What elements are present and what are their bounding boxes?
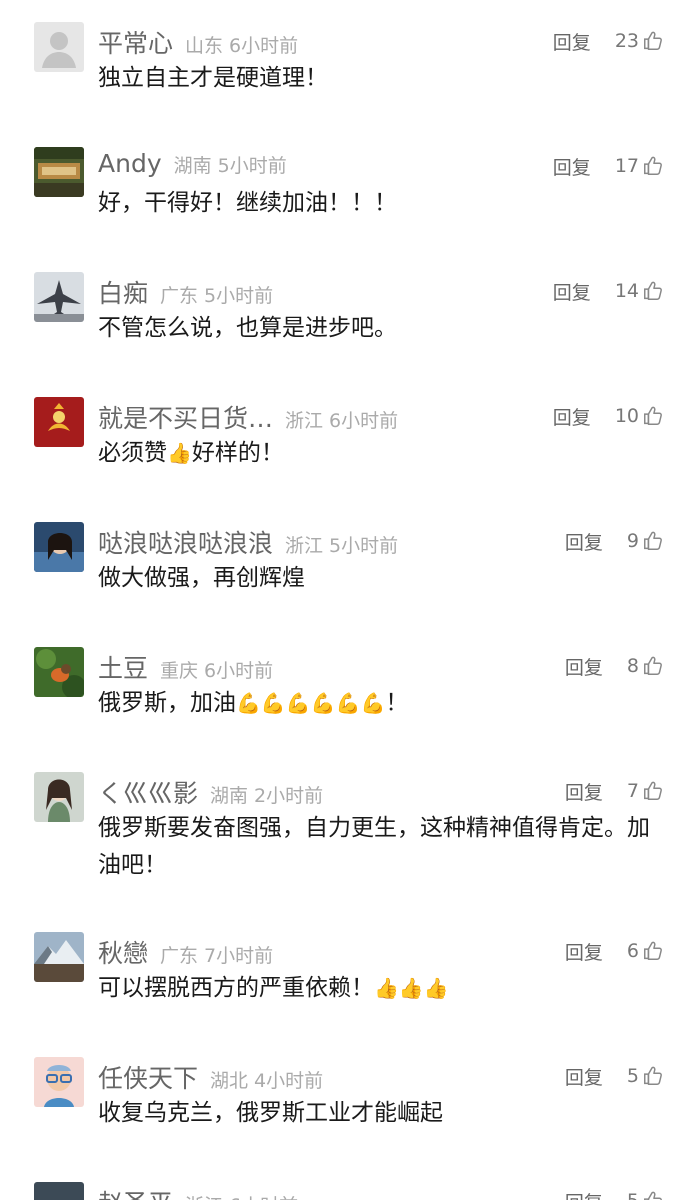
reply-button[interactable]: 回复 (565, 653, 603, 680)
avatar[interactable] (34, 272, 84, 322)
user-location: 重庆 (160, 660, 199, 682)
comment-item: 秋戀 广东 7小时前 回复 6 可以摆脱西方的严重依赖！👍👍👍 (0, 910, 698, 1035)
comment-item: 土豆 重庆 6小时前 回复 8 俄罗斯，加油💪💪💪💪💪💪！ (0, 625, 698, 750)
avatar[interactable] (34, 1057, 84, 1107)
comment-time: 2小时前 (254, 785, 324, 807)
user-location: 浙江 (185, 1191, 223, 1200)
thumbs-up-icon[interactable] (642, 1065, 664, 1087)
avatar[interactable] (34, 22, 84, 72)
avatar[interactable] (34, 1182, 84, 1200)
user-location: 浙江 (285, 410, 324, 432)
comment-item: 任侠天下 湖北 4小时前 回复 5 收复乌克兰，俄罗斯工业才能崛起 (0, 1035, 698, 1160)
thumbs-up-icon[interactable] (642, 30, 664, 52)
thumbs-up-icon[interactable] (642, 530, 664, 552)
user-name[interactable]: 哒浪哒浪哒浪浪 (98, 524, 273, 560)
user-name[interactable]: 土豆 (98, 649, 148, 685)
thumbs-up-emoji-icon: 👍 (167, 441, 192, 465)
comment-item: 就是不买日货… 浙江 6小时前 回复 10 必须赞👍好样的！ (0, 375, 698, 500)
reply-button[interactable]: 回复 (553, 278, 591, 305)
reply-button[interactable]: 回复 (565, 778, 603, 805)
user-name[interactable]: 任侠天下 (98, 1059, 198, 1095)
thumbs-up-emoji-icon: 👍👍👍 (374, 976, 449, 1000)
like-count: 10 (614, 405, 639, 427)
avatar[interactable] (34, 522, 84, 572)
user-location: 湖南 (173, 155, 212, 177)
user-location: 广东 (160, 285, 199, 307)
user-name[interactable]: 白痴 (98, 274, 148, 310)
thumbs-up-icon[interactable] (642, 1190, 664, 1200)
comment-item: 白痴 广东 5小时前 回复 14 不管怎么说，也算是进步吧。 (0, 250, 698, 375)
comment-time: 7小时前 (204, 945, 274, 967)
avatar[interactable] (34, 932, 84, 982)
reply-button[interactable]: 回复 (565, 528, 603, 555)
avatar[interactable] (34, 772, 84, 822)
flexed-biceps-emoji-icon: 💪💪💪💪💪💪 (236, 691, 386, 715)
thumbs-up-icon[interactable] (642, 155, 664, 177)
reply-button[interactable]: 回复 (553, 153, 591, 180)
comment-item: Andy 湖南 5小时前 回复 17 好，干得好！继续加油！！！ (0, 125, 698, 250)
comment-text: 俄罗斯要发奋图强，自力更生，这种精神值得肯定。加油吧！ (98, 815, 650, 878)
like-count: 9 (626, 530, 639, 552)
thumbs-up-icon[interactable] (642, 280, 664, 302)
reply-button[interactable]: 回复 (565, 1188, 603, 1200)
comment-text: 独立自主才是硬道理！ (98, 65, 328, 91)
like-count: 7 (626, 780, 639, 802)
comment-time: 6小时前 (329, 410, 399, 432)
user-name[interactable]: 秋戀 (98, 934, 148, 970)
reply-button[interactable]: 回复 (553, 403, 591, 430)
like-count: 6 (626, 940, 639, 962)
user-name[interactable]: く巛巛影 (98, 774, 198, 810)
comment-time: 5小时前 (204, 285, 274, 307)
comment-text: 不管怎么说，也算是进步吧。 (98, 315, 397, 341)
user-location: 山东 (185, 35, 224, 57)
user-location: 湖北 (210, 1070, 249, 1092)
comment-text: 必须赞👍好样的！ (98, 440, 284, 466)
user-name[interactable]: Andy (98, 149, 162, 178)
thumbs-up-icon[interactable] (642, 405, 664, 427)
comment-text: 收复乌克兰，俄罗斯工业才能崛起 (98, 1100, 443, 1126)
thumbs-up-icon[interactable] (642, 940, 664, 962)
reply-button[interactable]: 回复 (565, 938, 603, 965)
comment-text: 可以摆脱西方的严重依赖！👍👍👍 (98, 975, 449, 1001)
user-location: 广东 (160, 945, 199, 967)
reply-button[interactable]: 回复 (565, 1063, 603, 1090)
user-name[interactable]: 平常心 (98, 24, 173, 60)
user-name[interactable]: 赵圣平 (98, 1184, 173, 1200)
avatar[interactable] (34, 147, 84, 197)
comment-item: く巛巛影 湖南 2小时前 回复 7 俄罗斯要发奋图强，自力更生，这种精神值得肯定。加油… (0, 750, 698, 910)
comment-item: 哒浪哒浪哒浪浪 浙江 5小时前 回复 9 做大做强，再创辉煌 (0, 500, 698, 625)
comment-time: 6小时前 (229, 35, 299, 57)
avatar[interactable] (34, 397, 84, 447)
user-location: 湖南 (210, 785, 249, 807)
comment-time: 5小时前 (329, 535, 399, 557)
like-count: 17 (614, 155, 639, 177)
comment-item: 赵圣平 浙江 6小时前 回复 5 (0, 1160, 698, 1200)
comment-time: 4小时前 (254, 1070, 324, 1092)
like-count: 5 (627, 1190, 639, 1200)
user-name[interactable]: 就是不买日货… (98, 399, 273, 435)
comment-time: 5小时前 (217, 155, 287, 177)
like-count: 5 (626, 1065, 639, 1087)
thumbs-up-icon[interactable] (642, 780, 664, 802)
user-location: 浙江 (285, 535, 324, 557)
comment-text: 俄罗斯，加油💪💪💪💪💪💪！ (98, 690, 409, 716)
comment-time: 6小时前 (204, 660, 274, 682)
comment-text: 好，干得好！继续加油！！！ (98, 190, 397, 216)
like-count: 23 (614, 30, 639, 52)
comment-text: 做大做强，再创辉煌 (98, 565, 305, 591)
comment-time: 6小时前 (229, 1191, 298, 1200)
like-count: 8 (626, 655, 639, 677)
thumbs-up-icon[interactable] (642, 655, 664, 677)
reply-button[interactable]: 回复 (553, 28, 591, 55)
like-count: 14 (614, 280, 639, 302)
avatar[interactable] (34, 647, 84, 697)
comment-item: 平常心 山东 6小时前 回复 23 独立自主才是硬道理！ (0, 0, 698, 125)
